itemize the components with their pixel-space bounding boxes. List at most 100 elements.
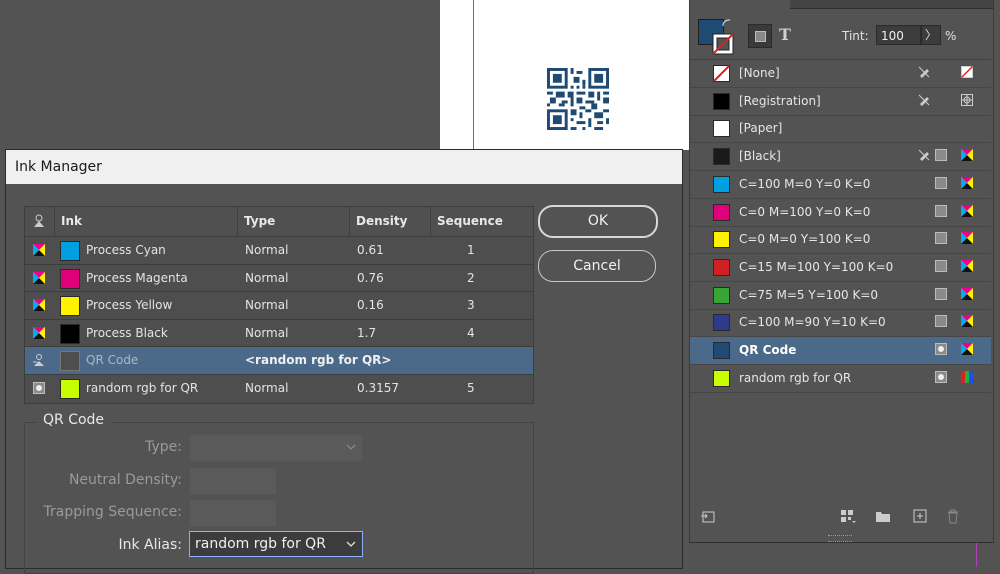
column-header-ink[interactable]: Ink — [55, 207, 238, 236]
ink-name: random rgb for QR — [86, 380, 199, 395]
ink-row[interactable]: Process Yellow Normal 0.16 3 — [25, 291, 533, 319]
swatch-label: [None] — [739, 66, 780, 80]
qr-code-graphic[interactable] — [547, 68, 609, 130]
ink-sequence: 2 — [467, 270, 475, 285]
none-swatch-icon — [961, 66, 973, 78]
column-header-sequence[interactable]: Sequence — [431, 207, 533, 236]
ink-density: 0.76 — [357, 270, 384, 285]
swatch-chip — [713, 258, 730, 276]
panel-resize-grip[interactable] — [828, 535, 852, 542]
swatch-row[interactable]: C=15 M=100 Y=100 K=0 — [690, 254, 991, 282]
neutral-density-field — [189, 467, 277, 495]
type-label: Type: — [145, 439, 182, 455]
process-type-icon — [935, 149, 947, 162]
swatch-label: C=100 M=90 Y=10 K=0 — [739, 315, 886, 330]
delete-swatch-icon[interactable] — [945, 508, 961, 524]
ink-color-chip — [60, 241, 80, 261]
ink-row[interactable]: Process Magenta Normal 0.76 2 — [25, 263, 533, 292]
cmyk-mode-icon — [961, 287, 973, 300]
swatch-label: [Paper] — [739, 121, 783, 136]
ink-color-chip — [60, 296, 80, 316]
non-editable-pencil-icon — [918, 149, 930, 162]
non-editable-pencil-icon — [918, 66, 930, 78]
swatch-row[interactable]: random rgb for QR — [690, 365, 991, 393]
cmyk-mode-icon — [961, 149, 973, 162]
ink-row[interactable]: Process Cyan Normal 0.61 1 — [25, 236, 533, 264]
ink-options-group-title: QR Code — [36, 412, 112, 428]
swatch-row[interactable]: [Registration] — [690, 88, 991, 116]
process-ink-icon[interactable] — [33, 299, 45, 311]
ink-type-icon — [34, 214, 44, 227]
ink-row[interactable]: QR Code <random rgb for QR> — [25, 346, 533, 374]
ink-color-chip — [60, 268, 80, 289]
swatch-label: C=0 M=100 Y=0 K=0 — [739, 204, 871, 219]
process-type-icon — [935, 287, 947, 300]
swatch-label: QR Code — [739, 343, 797, 357]
ink-sequence: 3 — [467, 298, 475, 312]
ink-density: 0.61 — [357, 243, 384, 257]
process-type-icon — [935, 204, 947, 217]
chevron-down-icon — [346, 444, 356, 450]
swatch-chip — [713, 92, 730, 110]
ink-alias-label: Ink Alias: — [118, 537, 182, 553]
ok-button[interactable]: OK — [538, 205, 658, 238]
swatch-chip — [713, 342, 730, 359]
cmyk-mode-icon — [961, 232, 973, 245]
new-color-group-icon[interactable] — [875, 508, 891, 524]
ink-sequence: 1 — [467, 243, 475, 257]
margin-guide — [473, 0, 474, 150]
swatches-panel: T Tint: 100 〉 % [None] [Registration] [Pap… — [689, 0, 994, 543]
ink-row[interactable]: random rgb for QR Normal 0.3157 5 — [25, 373, 533, 402]
swatch-row[interactable]: [Paper] — [690, 115, 991, 144]
swatch-row[interactable]: [None] — [690, 60, 991, 88]
ink-color-chip — [60, 351, 80, 371]
swatch-row[interactable]: C=100 M=90 Y=10 K=0 — [690, 309, 991, 338]
column-header-density[interactable]: Density — [350, 207, 431, 236]
ink-name: QR Code — [86, 353, 139, 367]
new-swatch-icon[interactable] — [912, 508, 928, 524]
ink-color-chip — [60, 378, 80, 399]
swatch-label: [Black] — [739, 149, 781, 164]
ink-density: 0.3157 — [357, 380, 399, 395]
process-type-icon — [935, 176, 947, 189]
non-editable-pencil-icon — [918, 94, 930, 106]
swatch-row[interactable]: C=75 M=5 Y=100 K=0 — [690, 282, 991, 310]
tint-input[interactable]: 100 — [876, 25, 921, 45]
swatch-chip — [713, 175, 730, 193]
process-ink-icon[interactable] — [33, 244, 45, 256]
ink-alias-select[interactable]: random rgb for QR — [189, 531, 363, 557]
spot-ink-icon[interactable] — [33, 381, 45, 394]
swatch-row[interactable]: C=0 M=0 Y=100 K=0 — [690, 226, 991, 255]
cmyk-mode-icon — [961, 259, 973, 272]
ink-type: Normal — [245, 270, 289, 285]
swatch-label: [Registration] — [739, 93, 821, 108]
ink-table: Ink Type Density Sequence Process Cyan No… — [24, 206, 534, 404]
swatch-row[interactable]: C=0 M=100 Y=0 K=0 — [690, 199, 991, 227]
formatting-text-button[interactable]: T — [779, 25, 791, 44]
swatch-row[interactable]: C=100 M=0 Y=0 K=0 — [690, 171, 991, 199]
process-ink-icon[interactable] — [33, 271, 45, 284]
ink-row[interactable]: Process Black Normal 1.7 4 — [25, 318, 533, 347]
tint-unit: % — [945, 29, 957, 43]
swatch-label: C=100 M=0 Y=0 K=0 — [739, 176, 871, 191]
cancel-button[interactable]: Cancel — [538, 250, 656, 282]
stroke-none-icon[interactable] — [712, 33, 734, 55]
ink-density: 0.16 — [357, 298, 384, 312]
swap-fill-stroke-icon[interactable] — [722, 18, 732, 28]
process-type-icon — [935, 232, 947, 245]
swatch-chip — [713, 120, 730, 138]
column-header-ink-type[interactable] — [25, 207, 55, 236]
show-swatch-kinds-icon[interactable] — [700, 508, 716, 524]
formatting-container-button[interactable] — [748, 24, 772, 48]
swatch-view-icon[interactable] — [840, 508, 856, 524]
swatch-chip — [713, 286, 730, 304]
swatch-row[interactable]: [Black] — [690, 143, 991, 172]
column-header-type[interactable]: Type — [238, 207, 350, 236]
ink-alias-value: random rgb for QR — [195, 536, 326, 552]
swatch-label: C=75 M=5 Y=100 K=0 — [739, 287, 879, 302]
ink-alias-icon[interactable] — [33, 354, 45, 366]
tint-stepper-button[interactable]: 〉 — [921, 25, 941, 45]
swatch-row[interactable]: QR Code — [690, 337, 991, 365]
ink-name: Process Black — [86, 325, 168, 340]
process-ink-icon[interactable] — [33, 326, 45, 339]
